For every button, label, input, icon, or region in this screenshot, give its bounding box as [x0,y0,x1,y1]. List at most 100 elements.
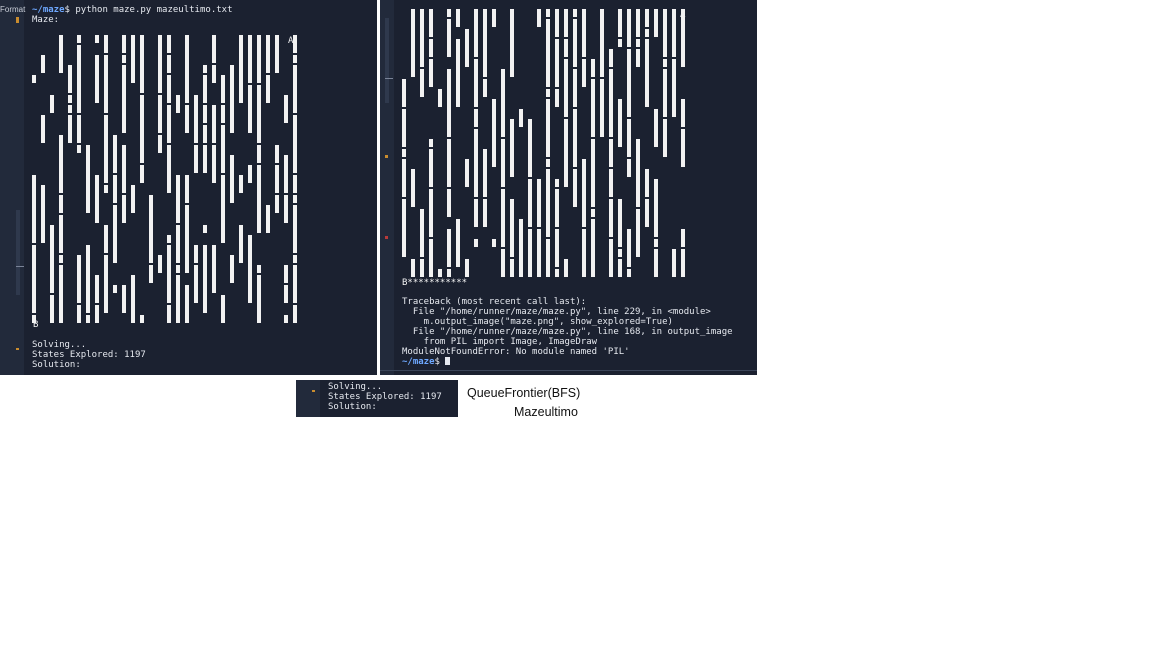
maze-wall [672,9,676,57]
maze-wall [185,285,189,323]
maze-wall [672,249,676,277]
maze-wall [582,9,586,57]
maze-wall [239,225,243,263]
maze-wall [546,9,550,17]
maze-wall [429,39,433,57]
maze-wall [68,105,72,113]
maze-wall [681,129,685,167]
maze-wall [402,79,406,107]
maze-wall [95,305,99,323]
maze-wall [113,175,117,203]
maze-display: A B [32,35,302,330]
maze-wall [537,229,541,277]
maze-wall [248,85,252,133]
maze-wall [293,55,297,63]
maze-wall [95,275,99,303]
maze-wall [104,185,108,193]
prompt-path: ~/maze [402,357,435,367]
maze-wall [564,119,568,187]
maze-wall [447,139,451,187]
maze-wall [212,105,216,143]
maze-wall [528,119,532,177]
maze-wall [113,135,117,173]
maze-wall [167,55,171,73]
maze-wall [104,115,108,183]
maze-wall [59,195,63,213]
maze-wall [636,9,640,37]
maze-wall [582,159,586,227]
maze-wall [573,69,577,107]
maze-wall [654,239,658,247]
maze-wall [627,9,631,47]
maze-wall [438,89,442,107]
output-line-solving: Solving... [32,340,87,350]
maze-wall [212,65,216,83]
maze-wall [122,65,126,133]
maze-wall [257,145,261,163]
gutter-scrollbar[interactable] [16,210,20,295]
maze-wall [59,265,63,323]
maze-wall [293,255,297,263]
maze-wall [203,225,207,233]
maze-wall [293,35,297,53]
mini-solver-output: Solving... States Explored: 1197 Solutio… [328,382,442,412]
maze-wall [447,19,451,57]
gutter-error-marker [385,236,388,239]
maze-wall [167,235,171,243]
maze-wall [474,59,478,107]
maze-wall [555,229,559,267]
maze-wall [41,55,45,73]
maze-wall [591,219,595,277]
maze-wall [546,99,550,157]
maze-wall [438,269,442,277]
gutter-scrollbar[interactable] [385,18,389,103]
traceback-line: from PIL import Image, ImageDraw [402,337,598,347]
maze-wall [429,59,433,87]
traceback-line: m.output_image("maze.png", show_explored… [402,317,673,327]
maze-wall [266,205,270,233]
maze-wall [185,205,189,273]
maze-wall [402,199,406,257]
maze-wall [681,99,685,127]
maze-wall [293,115,297,173]
prompt-path: ~/maze [32,5,65,15]
maze-wall [293,65,297,113]
maze-wall [456,9,460,27]
maze-wall [501,189,505,247]
maze-wall [32,175,36,243]
format-label: Format [0,5,26,14]
maze-wall [32,75,36,83]
maze-wall [537,9,541,27]
gutter-tick [385,78,393,79]
maze-wall [104,55,108,113]
maze-wall [248,235,252,303]
maze-wall [519,109,523,127]
maze-wall [555,179,559,187]
maze-wall [483,79,487,97]
maze-wall [474,109,478,127]
maze-wall [519,219,523,277]
maze-wall [41,185,45,243]
maze-wall [167,75,171,103]
maze-wall [293,175,297,193]
maze-wall [501,249,505,277]
goal-path-trail: *********** [407,278,468,288]
maze-wall [654,249,658,277]
maze-wall [176,95,180,113]
traceback-line: File "/home/runner/maze/maze.py", line 1… [402,327,733,337]
maze-wall [609,69,613,137]
solved-maze-display: A B*********** [402,9,702,289]
maze-wall [609,169,613,197]
maze-wall [654,109,658,147]
maze-wall [429,189,433,237]
maze-wall [654,9,658,37]
maze-wall [167,245,171,303]
maze-wall [546,89,550,97]
maze-wall [429,139,433,147]
shell-prompt[interactable]: ~/maze$ [402,357,733,367]
maze-wall [149,195,153,263]
gutter-marker [16,348,19,350]
maze-wall [167,145,171,193]
maze-wall [564,59,568,117]
maze-wall [465,29,469,67]
